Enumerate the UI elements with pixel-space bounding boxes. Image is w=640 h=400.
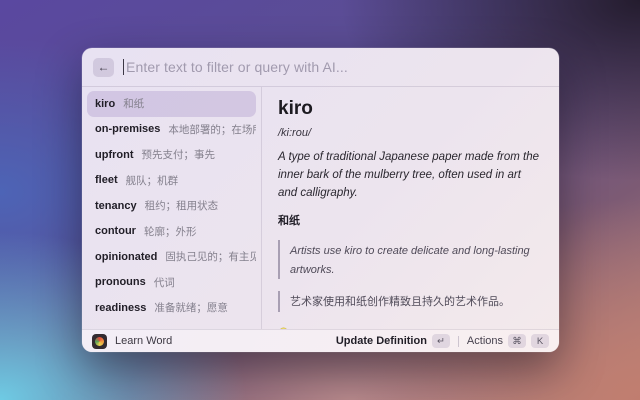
app-icon-glyph (95, 336, 104, 346)
list-item[interactable]: on-premises 本地部署的；在场所内的 (87, 117, 256, 143)
list-item[interactable]: contour 轮廓；外形 (87, 219, 256, 245)
app-icon (92, 333, 107, 349)
list-item[interactable]: tenancy 租约；租用状态 (87, 193, 256, 219)
word-definition: A type of traditional Japanese paper mad… (278, 151, 540, 199)
list-item[interactable]: opinionated 固执己见的；有主见的 (87, 244, 256, 270)
word-label: kiro (95, 97, 116, 110)
word-translation: 本地部署的；在场所内的 (168, 123, 256, 136)
word-label: contour (95, 225, 136, 238)
command-key-badge: ⌘ (508, 334, 526, 348)
word-label: upfront (95, 148, 134, 161)
content-area: kiro 和纸 on-premises 本地部署的；在场所内的 upfront 预先支付；… (82, 87, 559, 329)
word-translation: 固执己见的；有主见的 (165, 251, 256, 264)
word-phonetic: /ki:rou/ (278, 127, 312, 139)
desktop-wallpaper: ← Enter text to filter or query with AI.… (0, 0, 640, 400)
list-item[interactable]: fleet 舰队；机群 (87, 168, 256, 194)
word-label: opinionated (95, 250, 158, 263)
word-label: pronouns (95, 276, 146, 289)
update-definition-button[interactable]: Update Definition (336, 335, 427, 347)
word-label: on-premises (95, 123, 161, 136)
search-input[interactable]: Enter text to filter or query with AI... (123, 59, 548, 75)
footer-separator (457, 335, 459, 347)
word-label: readiness (95, 301, 147, 314)
list-item[interactable]: readiness 准备就绪；愿意 (87, 295, 256, 321)
word-translation: 租约；租用状态 (144, 200, 219, 213)
definition-panel: kiro /ki:rou/ A type of traditional Japa… (262, 87, 559, 329)
example-quote-en: Artists use kiro to create delicate and … (278, 240, 542, 280)
word-translation-cn: 和纸 (278, 215, 300, 228)
learn-word-window: ← Enter text to filter or query with AI.… (82, 48, 559, 352)
example-text-en: Artists use kiro to create delicate and … (290, 245, 530, 276)
word-translation: 轮廓；外形 (143, 225, 197, 238)
list-item[interactable]: upfront 预先支付；事先 (87, 142, 256, 168)
k-key-badge: K (531, 334, 549, 348)
footer-bar: Learn Word Update Definition ↵ Actions ⌘… (82, 329, 559, 352)
word-translation: 准备就绪；愿意 (154, 302, 228, 315)
word-title: kiro (278, 98, 313, 119)
text-caret (123, 59, 124, 75)
list-item[interactable]: kiro 和纸 (87, 91, 256, 117)
word-translation: 舰队；机群 (125, 174, 179, 187)
back-arrow-icon: ← (97, 60, 110, 74)
word-translation: 代词 (153, 276, 175, 289)
return-key-badge: ↵ (431, 334, 450, 348)
search-bar: ← Enter text to filter or query with AI.… (82, 48, 559, 87)
actions-button[interactable]: Actions (467, 335, 503, 347)
example-text-zh: 艺术家使用和纸创作精致且持久的艺术作品。 (290, 296, 510, 309)
app-name-label: Learn Word (115, 335, 173, 347)
word-translation: 和纸 (123, 98, 145, 111)
word-label: fleet (95, 174, 118, 187)
list-item[interactable]: pronouns 代词 (87, 270, 256, 296)
word-translation: 预先支付；事先 (141, 149, 215, 162)
back-button[interactable]: ← (93, 57, 114, 77)
word-label: tenancy (95, 199, 137, 212)
search-placeholder: Enter text to filter or query with AI... (126, 59, 348, 75)
word-list: kiro 和纸 on-premises 本地部署的；在场所内的 upfront 预先支付；… (82, 87, 262, 329)
example-quote-zh: 艺术家使用和纸创作精致且持久的艺术作品。 (278, 291, 542, 312)
